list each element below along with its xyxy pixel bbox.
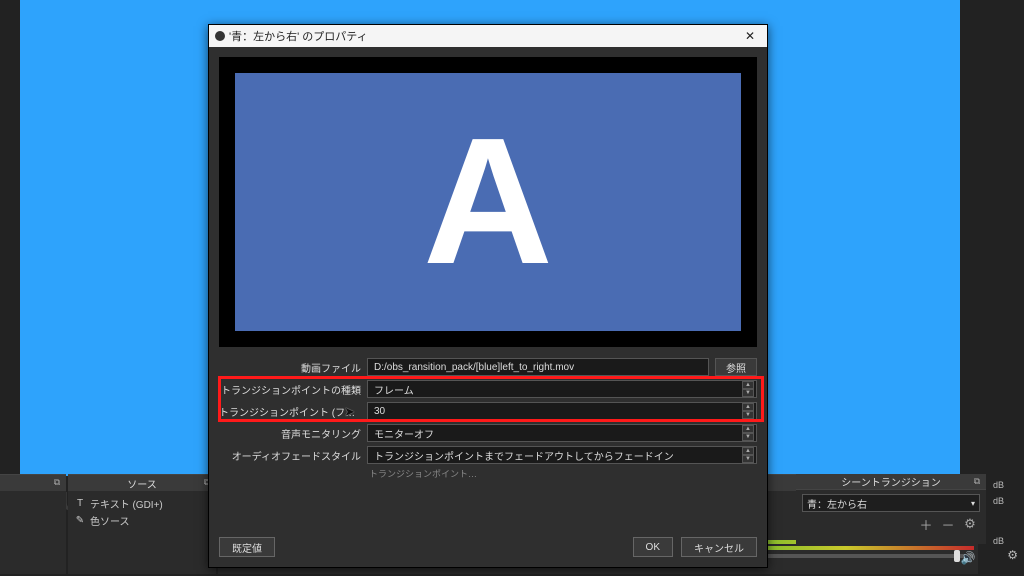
browse-button-label: 参照 (726, 360, 746, 375)
chevron-down-icon: ▾ (971, 499, 975, 508)
close-button[interactable]: ✕ (739, 29, 761, 43)
defaults-button-label: 既定値 (232, 540, 262, 555)
chevron-down-icon[interactable]: ▼ (742, 433, 754, 441)
audio-monitoring-value: モニターオフ (374, 426, 434, 441)
cancel-button[interactable]: キャンセル (681, 537, 757, 557)
dock-popout-icon[interactable]: ⧉ (972, 476, 982, 486)
video-preview: A (235, 73, 741, 331)
select-transition-type[interactable]: フレーム ▲▼ (367, 380, 757, 398)
dock-sources: ソース ⧉ T テキスト (GDI+) ✎ 色ソース (68, 474, 216, 574)
sources-list: T テキスト (GDI+) ✎ 色ソース (68, 491, 216, 533)
color-source-icon: ✎ (74, 515, 86, 526)
cursor-icon: ➤ (344, 404, 355, 420)
row-transition-point: トランジションポイント (フレーム) 30 ▲▼ (219, 401, 757, 421)
source-item-label: 色ソース (90, 513, 130, 528)
row-audio-fade: オーディオフェードスタイル トランジションポイントまでフェードアウトしてからフェ… (219, 445, 757, 465)
defaults-button[interactable]: 既定値 (219, 537, 275, 557)
source-item[interactable]: ✎ 色ソース (74, 512, 210, 529)
browse-button[interactable]: 参照 (715, 358, 757, 376)
label-audio-monitoring: 音声モニタリング (219, 426, 361, 441)
dialog-titlebar[interactable]: '青：左から右' のプロパティ ✕ (209, 25, 767, 47)
chevron-down-icon[interactable]: ▼ (742, 389, 754, 397)
video-file-value: D:/obs_ransition_pack/[blue]left_to_righ… (374, 362, 574, 373)
row-video-file: 動画ファイル D:/obs_ransition_pack/[blue]left_… (219, 357, 757, 377)
speaker-icon[interactable]: 🔊 (958, 550, 978, 566)
row-audio-monitoring: 音声モニタリング モニターオフ ▲▼ (219, 423, 757, 443)
preview-letter: A (423, 112, 553, 292)
db-label: dB (993, 536, 1004, 546)
input-video-file[interactable]: D:/obs_ransition_pack/[blue]left_to_righ… (367, 358, 709, 376)
dock-scenes: ⧉ (0, 474, 66, 574)
properties-dialog: '青：左から右' のプロパティ ✕ A 動画ファイル D:/obs_ransit… (208, 24, 768, 568)
transition-point-value: 30 (374, 406, 385, 417)
transition-settings-button[interactable]: ⚙ (962, 516, 978, 532)
text-source-icon: T (74, 498, 86, 509)
remove-transition-button[interactable]: － (940, 516, 956, 532)
app-icon (215, 31, 225, 41)
truncated-row-text: トランジションポイント… (369, 467, 477, 479)
dock-popout-icon[interactable]: ⧉ (52, 477, 62, 487)
db-label: dB (993, 480, 1004, 490)
dock-sources-title: ソース (127, 476, 157, 491)
chevron-up-icon[interactable]: ▲ (742, 403, 754, 411)
row-transition-type: トランジションポイントの種類 フレーム ▲▼ (219, 379, 757, 399)
add-transition-button[interactable]: ＋ (918, 516, 934, 532)
label-audio-fade: オーディオフェードスタイル (219, 448, 361, 463)
chevron-down-icon[interactable]: ▼ (742, 411, 754, 419)
chevron-up-icon[interactable]: ▲ (742, 447, 754, 455)
chevron-up-icon[interactable]: ▲ (742, 425, 754, 433)
label-transition-type: トランジションポイントの種類 (219, 382, 361, 397)
source-item-label: テキスト (GDI+) (90, 496, 163, 511)
transition-type-value: フレーム (374, 382, 414, 397)
gear-icon[interactable]: ⚙ (1007, 548, 1018, 562)
transitions-header: シーントランジション ⧉ (796, 474, 986, 490)
row-extra-truncated: トランジションポイント… (219, 467, 757, 479)
dialog-footer: 既定値 OK キャンセル (209, 529, 767, 567)
chevron-down-icon[interactable]: ▼ (742, 455, 754, 463)
label-video-file: 動画ファイル (219, 360, 361, 375)
transitions-title: シーントランジション (841, 474, 941, 489)
select-audio-monitoring[interactable]: モニターオフ ▲▼ (367, 424, 757, 442)
audio-fade-value: トランジションポイントまでフェードアウトしてからフェードイン (374, 448, 674, 463)
dialog-preview-area: A (219, 57, 757, 347)
ok-button-label: OK (646, 542, 660, 553)
source-item[interactable]: T テキスト (GDI+) (74, 495, 210, 512)
properties-form: 動画ファイル D:/obs_ransition_pack/[blue]left_… (209, 357, 767, 479)
chevron-up-icon[interactable]: ▲ (742, 381, 754, 389)
db-label: dB (993, 496, 1004, 506)
transition-select[interactable]: 青：左から右 ▾ (802, 494, 980, 512)
select-audio-fade[interactable]: トランジションポイントまでフェードアウトしてからフェードイン ▲▼ (367, 446, 757, 464)
dock-scene-transitions: シーントランジション ⧉ 青：左から右 ▾ ＋ － ⚙ (796, 474, 986, 544)
dock-sources-header: ソース ⧉ (68, 475, 216, 491)
input-transition-point[interactable]: 30 ▲▼ (367, 402, 757, 420)
label-transition-point: トランジションポイント (フレーム) (219, 404, 361, 419)
ok-button[interactable]: OK (633, 537, 673, 557)
dock-scenes-header: ⧉ (0, 475, 66, 491)
transition-selected-label: 青：左から右 (807, 496, 867, 511)
cancel-button-label: キャンセル (694, 540, 744, 555)
dialog-title: '青：左から右' のプロパティ (229, 28, 368, 44)
